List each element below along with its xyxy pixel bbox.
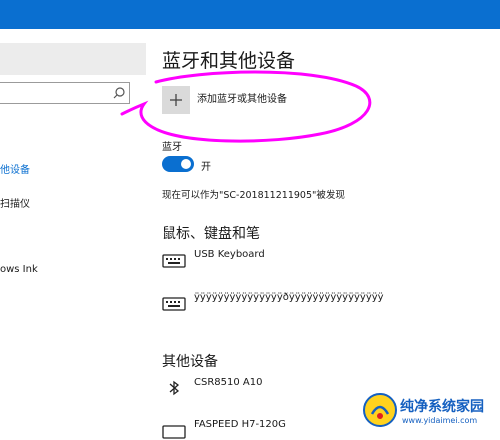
page-title: 蓝牙和其他设备 bbox=[162, 50, 296, 72]
search-icon[interactable] bbox=[112, 86, 126, 100]
keyboard-icon bbox=[162, 425, 186, 439]
bluetooth-toggle[interactable] bbox=[162, 156, 194, 172]
nav-item-windows-ink[interactable]: ows Ink bbox=[0, 264, 38, 275]
other-devices-heading: 其他设备 bbox=[162, 354, 218, 370]
nav-item-bluetooth-devices[interactable]: 他设备 bbox=[0, 161, 30, 176]
bluetooth-icon bbox=[169, 380, 180, 396]
left-header bbox=[0, 43, 146, 75]
watermark-logo-icon bbox=[363, 393, 397, 427]
device-csr8510[interactable]: CSR8510 A10 bbox=[194, 377, 262, 388]
plus-icon bbox=[170, 94, 182, 106]
watermark: 纯净系统家园 www.yidaimei.com bbox=[362, 392, 498, 432]
title-bar bbox=[0, 0, 500, 29]
bluetooth-toggle-state: 开 bbox=[201, 162, 211, 173]
watermark-url: www.yidaimei.com bbox=[402, 416, 478, 425]
search-input[interactable] bbox=[0, 83, 117, 103]
add-device-label[interactable]: 添加蓝牙或其他设备 bbox=[197, 90, 287, 105]
mouse-keyboard-pen-heading: 鼠标、键盘和笔 bbox=[162, 226, 260, 242]
discoverable-text: 现在可以作为"SC-201811211905"被发现 bbox=[162, 190, 345, 201]
add-device-button[interactable] bbox=[162, 86, 190, 114]
bluetooth-label: 蓝牙 bbox=[162, 142, 182, 153]
search-box[interactable] bbox=[0, 82, 130, 104]
device-unknown-keyboard[interactable]: ÿÿÿÿÿÿÿÿÿÿÿÿÿÿÿðÿÿÿÿÿÿÿÿÿÿÿÿÿÿÿÿ bbox=[194, 292, 384, 303]
keyboard-icon bbox=[162, 297, 186, 311]
keyboard-icon bbox=[162, 254, 186, 268]
nav-item-printers-scanners[interactable]: 扫描仪 bbox=[0, 195, 30, 210]
device-usb-keyboard[interactable]: USB Keyboard bbox=[194, 249, 265, 260]
device-faspeed[interactable]: FASPEED H7-120G bbox=[194, 419, 286, 430]
magenta-annotation-ellipse bbox=[120, 70, 372, 143]
watermark-title: 纯净系统家园 bbox=[400, 399, 484, 415]
